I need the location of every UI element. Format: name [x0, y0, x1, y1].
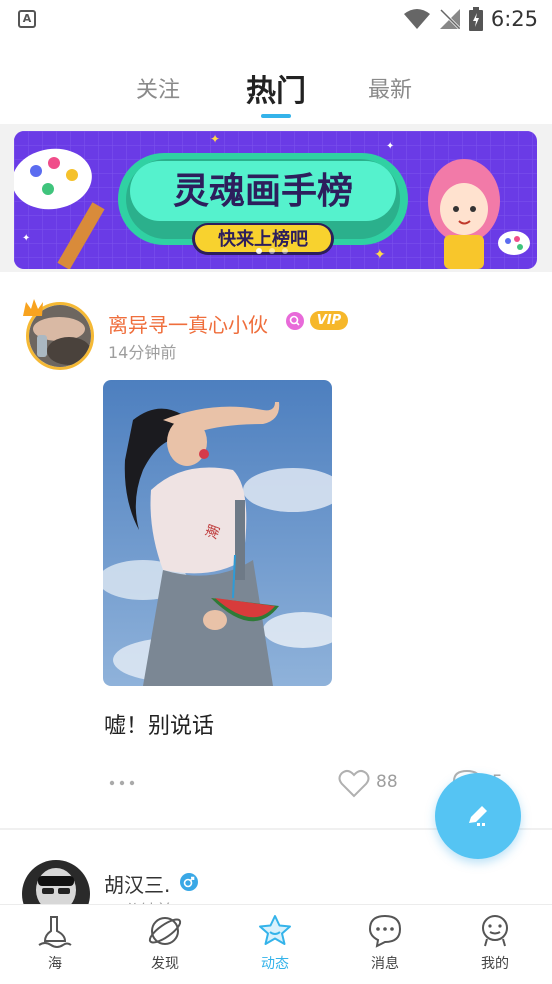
sea-icon	[38, 916, 72, 948]
svg-text:✦: ✦	[386, 141, 394, 152]
nav-profile[interactable]: 我的	[440, 905, 550, 984]
vip-badge: VIP	[310, 311, 348, 330]
nav-messages[interactable]: 消息	[330, 905, 440, 984]
nav-sea[interactable]: 海	[0, 905, 110, 984]
promo-banner[interactable]: 灵魂画手榜 快来上榜吧 ✦ ✦ ✦ ✦	[14, 131, 537, 269]
battery-icon	[468, 7, 483, 31]
pencil-icon	[469, 806, 487, 826]
no-signal-icon	[439, 8, 460, 30]
notification-a-icon: A	[18, 10, 36, 28]
feed-tabs: 关注 热门 最新	[0, 62, 552, 122]
nav-label: 消息	[371, 956, 399, 972]
tab-popular[interactable]: 热门	[246, 66, 306, 110]
post-username[interactable]: 离异寻一真心小伙	[108, 309, 268, 338]
tab-following[interactable]: 关注	[136, 72, 180, 104]
bottom-navigation: 海 发现 动态 消息 我的	[0, 904, 552, 984]
message-icon	[368, 914, 402, 948]
post-image[interactable]: 潮	[103, 380, 332, 686]
nav-label: 海	[48, 956, 62, 972]
like-count: 88	[376, 772, 398, 792]
compose-post-button[interactable]	[435, 773, 521, 859]
search-badge-icon	[286, 312, 304, 330]
active-tab-indicator	[261, 114, 291, 118]
banner-graphic: 灵魂画手榜 快来上榜吧 ✦ ✦ ✦ ✦	[14, 131, 537, 269]
post-photo: 潮	[103, 380, 332, 686]
svg-text:✦: ✦	[210, 132, 220, 146]
male-gender-icon	[180, 873, 198, 891]
post-time: 14分钟前	[108, 343, 177, 362]
banner-title: 灵魂画手榜	[173, 171, 353, 212]
nav-feed[interactable]: 动态	[220, 905, 330, 984]
nav-label: 发现	[151, 956, 179, 972]
nav-discover[interactable]: 发现	[110, 905, 220, 984]
svg-text:✦: ✦	[22, 233, 30, 244]
status-icons: 6:25	[403, 6, 538, 32]
nav-label: 我的	[481, 956, 509, 972]
more-options-icon[interactable]	[108, 776, 138, 790]
svg-text:✦: ✦	[374, 247, 386, 263]
planet-icon	[148, 917, 182, 945]
like-icon[interactable]	[338, 768, 370, 798]
wifi-icon	[403, 9, 430, 29]
nav-label: 动态	[261, 956, 289, 972]
status-time: 6:25	[490, 7, 538, 31]
star-icon	[259, 915, 291, 945]
tab-latest[interactable]: 最新	[368, 72, 412, 104]
post-text: 嘘！别说话	[104, 714, 215, 739]
banner-subtitle: 快来上榜吧	[218, 228, 308, 250]
post-username[interactable]: 胡汉三.	[104, 869, 170, 898]
profile-icon	[482, 915, 508, 947]
status-bar: A 6:25	[0, 0, 552, 38]
crown-icon	[23, 299, 43, 316]
